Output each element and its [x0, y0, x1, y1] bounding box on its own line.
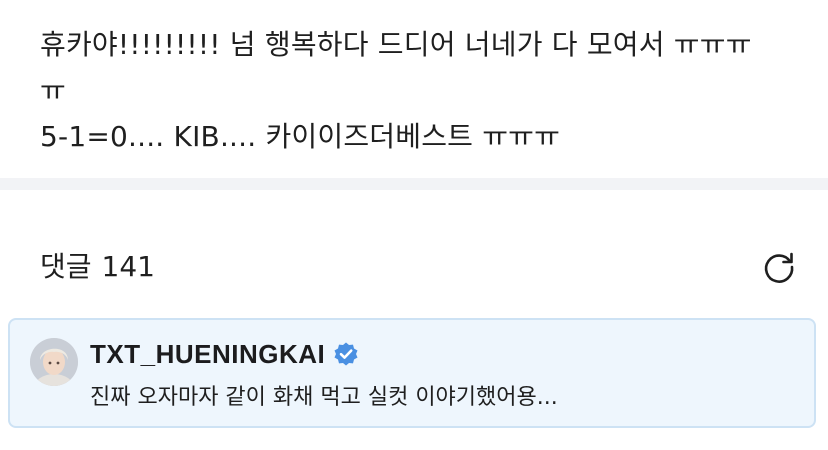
refresh-icon [764, 252, 794, 283]
refresh-button[interactable] [758, 246, 800, 288]
avatar[interactable] [30, 338, 78, 386]
verified-badge-icon [334, 342, 358, 366]
section-divider [0, 178, 828, 190]
post-line-2: ㅠ [40, 74, 66, 107]
pinned-comment[interactable]: TXT_HUENINGKAI 진짜 오자마자 같이 화채 먹고 실컷 이야기했어… [8, 318, 816, 428]
post-line-3: 5-1=0.... KIB.... 카이이즈더베스트 ㅠㅠㅠ [40, 120, 561, 153]
comment-text: 진짜 오자마자 같이 화채 먹고 실컷 이야기했어용... [90, 385, 558, 410]
post-line-1: 휴카야!!!!!!!!! 넘 행복하다 드디어 너네가 다 모여서 ㅠㅠㅠ [40, 28, 752, 61]
comments-count: 141 [101, 250, 155, 283]
post-body: 휴카야!!!!!!!!! 넘 행복하다 드디어 너네가 다 모여서 ㅠㅠㅠ ㅠ … [40, 22, 800, 160]
author-name[interactable]: TXT_HUENINGKAI [90, 339, 325, 370]
comments-label: 댓글 [40, 250, 92, 283]
comments-header: 댓글 141 [40, 244, 794, 290]
avatar-image [30, 338, 78, 386]
comments-title: 댓글 141 [40, 244, 155, 290]
author-row: TXT_HUENINGKAI [90, 336, 359, 372]
